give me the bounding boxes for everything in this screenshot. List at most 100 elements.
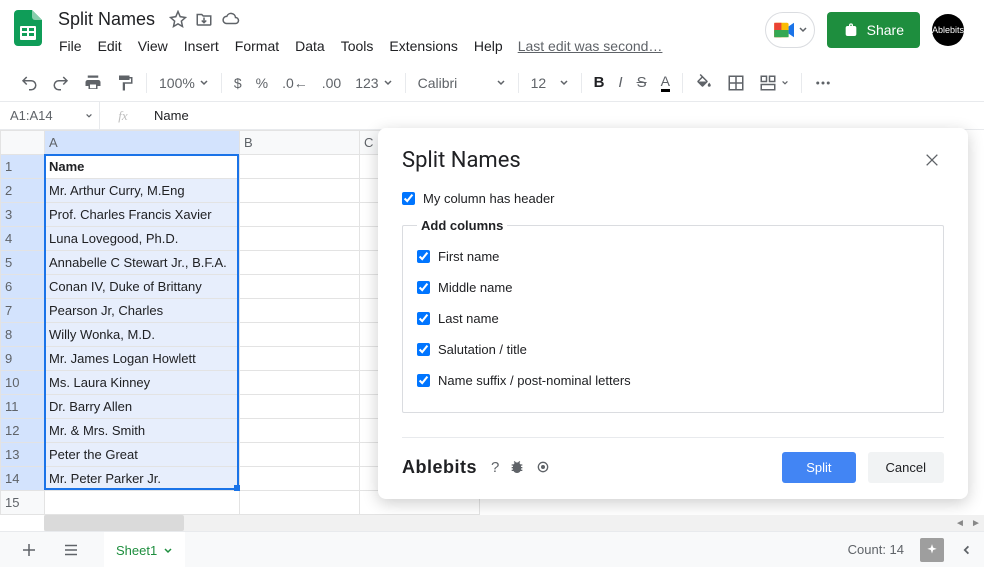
cell[interactable] [240, 323, 360, 347]
help-icon[interactable]: ? [491, 459, 499, 476]
borders-button[interactable] [721, 70, 751, 96]
strikethrough-button[interactable]: S [631, 70, 653, 95]
selection-count[interactable]: Count: 14 [848, 542, 904, 557]
redo-button[interactable] [46, 70, 76, 96]
row-header[interactable]: 15 [1, 491, 45, 515]
row-header[interactable]: 4 [1, 227, 45, 251]
explore-button[interactable] [920, 538, 944, 562]
cell[interactable] [240, 491, 360, 515]
cell[interactable] [45, 491, 240, 515]
cell[interactable]: Mr. James Logan Howlett [45, 347, 240, 371]
column-header[interactable]: A [45, 131, 240, 155]
cell[interactable] [240, 467, 360, 491]
option-middle-name[interactable]: Middle name [417, 274, 929, 301]
cell[interactable]: Conan IV, Duke of Brittany [45, 275, 240, 299]
star-icon[interactable] [169, 10, 187, 28]
row-header[interactable]: 5 [1, 251, 45, 275]
column-header[interactable]: B [240, 131, 360, 155]
settings-icon[interactable] [535, 459, 551, 476]
cell[interactable]: Peter the Great [45, 443, 240, 467]
menu-tools[interactable]: Tools [334, 34, 381, 58]
text-color-button[interactable]: A [655, 70, 676, 96]
last-edit-link[interactable]: Last edit was second… [518, 38, 663, 54]
cell[interactable] [240, 347, 360, 371]
print-button[interactable] [78, 70, 108, 96]
cell[interactable] [240, 395, 360, 419]
cell[interactable]: Annabelle C Stewart Jr., B.F.A. [45, 251, 240, 275]
cell[interactable] [240, 371, 360, 395]
row-header[interactable]: 1 [1, 155, 45, 179]
row-header[interactable]: 10 [1, 371, 45, 395]
row-header[interactable]: 2 [1, 179, 45, 203]
cell[interactable] [240, 299, 360, 323]
move-icon[interactable] [195, 10, 213, 28]
option-suffix[interactable]: Name suffix / post-nominal letters [417, 367, 929, 394]
row-header[interactable]: 8 [1, 323, 45, 347]
cell[interactable]: Dr. Barry Allen [45, 395, 240, 419]
currency-button[interactable]: $ [228, 71, 248, 95]
meet-button[interactable] [765, 12, 815, 48]
cell[interactable]: Mr. Peter Parker Jr. [45, 467, 240, 491]
cell[interactable]: Mr. & Mrs. Smith [45, 419, 240, 443]
menu-help[interactable]: Help [467, 34, 510, 58]
paint-format-button[interactable] [110, 70, 140, 96]
decrease-decimal-button[interactable]: .0← [276, 71, 314, 95]
cell[interactable] [240, 275, 360, 299]
increase-decimal-button[interactable]: .00 [316, 71, 347, 95]
side-panel-toggle[interactable] [960, 544, 972, 556]
cell[interactable] [240, 227, 360, 251]
row-header[interactable]: 7 [1, 299, 45, 323]
cloud-icon[interactable] [221, 10, 241, 28]
menu-view[interactable]: View [131, 34, 175, 58]
option-salutation[interactable]: Salutation / title [417, 336, 929, 363]
cell[interactable] [240, 179, 360, 203]
row-header[interactable]: 3 [1, 203, 45, 227]
row-header[interactable]: 11 [1, 395, 45, 419]
close-button[interactable] [920, 148, 944, 172]
fill-color-button[interactable] [689, 70, 719, 96]
menu-extensions[interactable]: Extensions [382, 34, 464, 58]
percent-button[interactable]: % [250, 71, 274, 95]
menu-data[interactable]: Data [288, 34, 332, 58]
share-button[interactable]: Share [827, 12, 920, 48]
option-last-name[interactable]: Last name [417, 305, 929, 332]
merge-dropdown[interactable] [753, 70, 795, 96]
formula-input[interactable]: Name [146, 108, 984, 123]
cell[interactable] [240, 203, 360, 227]
font-size-dropdown[interactable]: 12 [525, 71, 575, 95]
add-sheet-button[interactable] [12, 533, 46, 567]
split-button[interactable]: Split [782, 452, 855, 483]
italic-button[interactable]: I [612, 70, 628, 95]
row-header[interactable]: 6 [1, 275, 45, 299]
scroll-right-button[interactable]: ► [968, 515, 984, 531]
cell[interactable]: Pearson Jr, Charles [45, 299, 240, 323]
scroll-left-button[interactable]: ◄ [952, 515, 968, 531]
menu-edit[interactable]: Edit [91, 34, 129, 58]
cell[interactable]: Willy Wonka, M.D. [45, 323, 240, 347]
menu-format[interactable]: Format [228, 34, 286, 58]
number-format-dropdown[interactable]: 123 [349, 71, 398, 95]
doc-title[interactable]: Split Names [52, 8, 161, 31]
menu-file[interactable]: File [52, 34, 89, 58]
row-header[interactable]: 14 [1, 467, 45, 491]
horizontal-scrollbar[interactable]: ◄ ► [0, 515, 984, 531]
cell[interactable] [240, 443, 360, 467]
bug-icon[interactable] [509, 459, 525, 476]
sheet-tab[interactable]: Sheet1 [104, 532, 185, 568]
cancel-button[interactable]: Cancel [868, 452, 944, 483]
row-header[interactable]: 13 [1, 443, 45, 467]
menu-insert[interactable]: Insert [177, 34, 226, 58]
cell[interactable]: Name [45, 155, 240, 179]
undo-button[interactable] [14, 70, 44, 96]
more-toolbar-button[interactable] [808, 70, 838, 96]
cell[interactable]: Luna Lovegood, Ph.D. [45, 227, 240, 251]
cell[interactable]: Mr. Arthur Curry, M.Eng [45, 179, 240, 203]
cell[interactable] [240, 155, 360, 179]
avatar[interactable]: Ablebits [932, 14, 964, 46]
font-dropdown[interactable]: Calibri [412, 71, 512, 95]
cell[interactable]: Ms. Laura Kinney [45, 371, 240, 395]
all-sheets-button[interactable] [54, 533, 88, 567]
zoom-dropdown[interactable]: 100% [153, 71, 215, 95]
cell[interactable] [240, 419, 360, 443]
bold-button[interactable]: B [588, 70, 611, 95]
